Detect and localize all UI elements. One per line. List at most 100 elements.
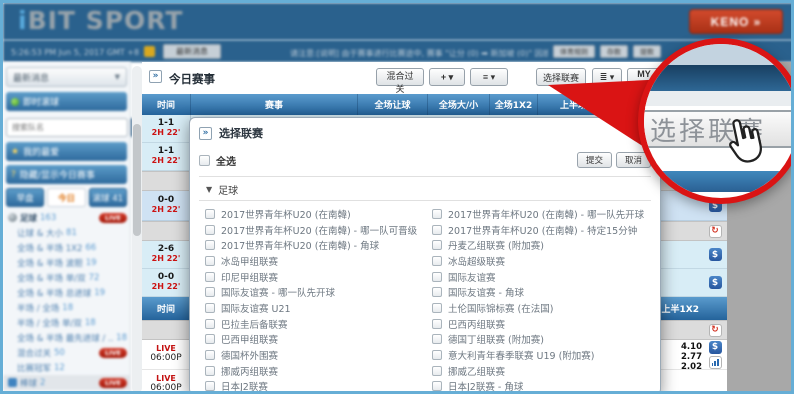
league-checkbox[interactable] [205, 302, 215, 313]
sidebar-sport-item[interactable]: 足球 163 LIVE [3, 210, 131, 225]
league-option[interactable]: 德国丁组联赛 (附加赛) [426, 332, 653, 346]
league-option[interactable]: 巴西丙组联赛 [426, 317, 653, 331]
league-option[interactable]: 巴西甲组联赛 [199, 332, 426, 346]
sidebar-tab[interactable]: 早盘 [6, 188, 45, 207]
refresh-icon[interactable]: ↻ [708, 323, 722, 337]
league-checkbox[interactable] [205, 255, 215, 266]
league-checkbox[interactable] [205, 334, 215, 345]
league-option[interactable]: 意大利青年春季联赛 U19 (附加赛) [426, 348, 653, 362]
league-option[interactable]: 2017世界青年杯U20 (在南韓) - 角球 [199, 238, 426, 252]
sidebar-sport-item[interactable]: 半场 / 全场 单/双 18 [3, 315, 131, 330]
league-checkbox[interactable] [432, 350, 442, 361]
sidebar-sport-item[interactable]: 全场 & 半场 总进球 19 [3, 285, 131, 300]
collapse-arrow-icon[interactable] [199, 126, 212, 140]
scrollbar-thumb[interactable] [133, 124, 141, 236]
sport-section-header[interactable]: ▼ 足球 [206, 182, 238, 197]
league-label: 国际友谊赛 U21 [221, 303, 291, 315]
sidebar-favorites-header[interactable]: ★ 我的最爱 [6, 142, 127, 161]
league-checkbox[interactable] [432, 271, 442, 282]
score-cell: 2-6 2H 22' [142, 241, 191, 268]
league-checkbox[interactable] [432, 318, 442, 329]
league-option[interactable]: 巴拉圭后备联赛 [199, 317, 426, 331]
league-checkbox[interactable] [432, 365, 442, 376]
vertical-scrollbar[interactable] [132, 66, 142, 391]
sidebar-sport-item[interactable]: 全场 & 半场 波胆 19 [3, 255, 131, 270]
league-row: 巴西甲组联赛 德国丁组联赛 (附加赛) [199, 332, 653, 348]
league-option[interactable]: 2017世界青年杯U20 (在南韓) - 哪一队可晋级 [199, 223, 426, 237]
league-option[interactable]: 挪威丙组联赛 [199, 364, 426, 378]
mix-parlay-button[interactable]: 混合过关 [376, 68, 424, 94]
refresh-icon[interactable]: ↻ [708, 224, 722, 238]
league-checkbox[interactable] [205, 365, 215, 376]
league-checkbox[interactable] [432, 302, 442, 313]
league-option[interactable]: 丹麦乙组联赛 (附加赛) [426, 238, 653, 252]
sidebar-sport-item[interactable]: 全场 & 半场 单/双 72 [3, 270, 131, 285]
select-all-checkbox[interactable] [199, 154, 210, 166]
league-checkbox[interactable] [205, 224, 215, 235]
search-input[interactable] [6, 117, 128, 137]
sidebar-sport-item[interactable]: 全场 & 半场 最先进球 / ... 18 [3, 330, 131, 345]
sidebar-live-header[interactable]: 即时滚球 [6, 92, 127, 111]
sidebar-sport-item[interactable]: 全场 & 半场 1X2 66 [3, 240, 131, 255]
sidebar-sport-item[interactable]: 半场 / 全场 18 [3, 300, 131, 315]
sidebar-sport-item[interactable]: 棒球 2 LIVE [3, 375, 131, 390]
league-checkbox[interactable] [432, 334, 442, 345]
table-header-cell[interactable]: 时间 [142, 94, 191, 115]
league-option[interactable]: 挪威乙组联赛 [426, 364, 653, 378]
league-checkbox[interactable] [205, 318, 215, 329]
submit-button[interactable]: 提交 [576, 152, 612, 168]
league-option[interactable]: 国际友谊赛 - 角球 [426, 285, 653, 299]
league-checkbox[interactable] [432, 208, 442, 219]
league-option[interactable]: 冰岛超级联赛 [426, 254, 653, 268]
select-league-button[interactable]: 选择联赛 [536, 68, 586, 86]
sort-button[interactable]: ≡ ▾ [470, 68, 508, 86]
add-button[interactable]: + ▾ [429, 68, 465, 86]
table-header-cell[interactable]: 全场大/小 [428, 94, 490, 115]
league-option[interactable]: 日本J2联赛 - 角球 [426, 379, 653, 391]
news-button[interactable]: 最新消息 [163, 44, 221, 59]
sidebar-sport-item[interactable]: 混合过关 50 LIVE [3, 345, 131, 360]
league-checkbox[interactable] [432, 381, 442, 391]
dollar-bet-icon[interactable]: $ [708, 340, 722, 354]
league-checkbox[interactable] [205, 381, 215, 391]
dollar-bet-icon[interactable]: $ [708, 248, 722, 261]
odds-values[interactable]: 4.10 2.77 2.02 [681, 342, 702, 372]
league-option[interactable]: 德国杯外围赛 [199, 348, 426, 362]
table-header-cell[interactable]: 全场1X2 [490, 94, 538, 115]
league-checkbox[interactable] [432, 255, 442, 266]
sidebar-sport-item[interactable]: 比赛冠军 12 [3, 360, 131, 375]
league-checkbox[interactable] [205, 350, 215, 361]
league-option[interactable]: 土伦国际锦标赛 (在法国) [426, 301, 653, 315]
league-checkbox[interactable] [205, 271, 215, 282]
league-option[interactable]: 日本J2联赛 [199, 379, 426, 391]
sidebar-sport-item[interactable]: 让球 & 大小 81 [3, 225, 131, 240]
league-checkbox[interactable] [432, 224, 442, 235]
league-checkbox[interactable] [432, 287, 442, 298]
league-option[interactable]: 国际友谊赛 U21 [199, 301, 426, 315]
nav-pill-button[interactable]: 体育规则 [553, 45, 595, 58]
sidebar-hide-header[interactable]: ? 隐藏/显示今日赛事 [6, 165, 127, 184]
keno-button[interactable]: KENO » [689, 9, 783, 34]
table-header-cell[interactable]: 赛事 [191, 94, 358, 115]
table-header-cell[interactable]: 上半场让球 [538, 94, 628, 115]
league-option[interactable]: 2017世界青年杯U20 (在南韓) - 哪一队先开球 [426, 207, 653, 221]
league-option[interactable]: 印尼甲组联赛 [199, 270, 426, 284]
collapse-arrow-icon[interactable] [149, 70, 162, 83]
league-checkbox[interactable] [205, 240, 215, 251]
nav-pill-button[interactable]: 存款 [600, 45, 628, 58]
dollar-bet-icon[interactable]: $ [708, 276, 722, 289]
stats-chart-icon[interactable] [708, 355, 722, 369]
league-option[interactable]: 国际友谊赛 [426, 270, 653, 284]
league-checkbox[interactable] [432, 240, 442, 251]
display-mode-button[interactable]: ≣ ▾ [592, 68, 622, 86]
sidebar-tab[interactable]: 今日 [47, 188, 86, 207]
sidebar-tab[interactable]: 滚球 41 [88, 188, 127, 207]
league-checkbox[interactable] [205, 287, 215, 298]
league-option[interactable]: 冰岛甲组联赛 [199, 254, 426, 268]
league-option[interactable]: 2017世界青年杯U20 (在南韓) - 特定15分钟 [426, 223, 653, 237]
table-header-cell[interactable]: 全场让球 [358, 94, 428, 115]
sidebar-news-dropdown[interactable]: 最新消息 [6, 67, 127, 87]
league-checkbox[interactable] [205, 208, 215, 219]
league-option[interactable]: 2017世界青年杯U20 (在南韓) [199, 207, 426, 221]
league-option[interactable]: 国际友谊赛 - 哪一队先开球 [199, 285, 426, 299]
